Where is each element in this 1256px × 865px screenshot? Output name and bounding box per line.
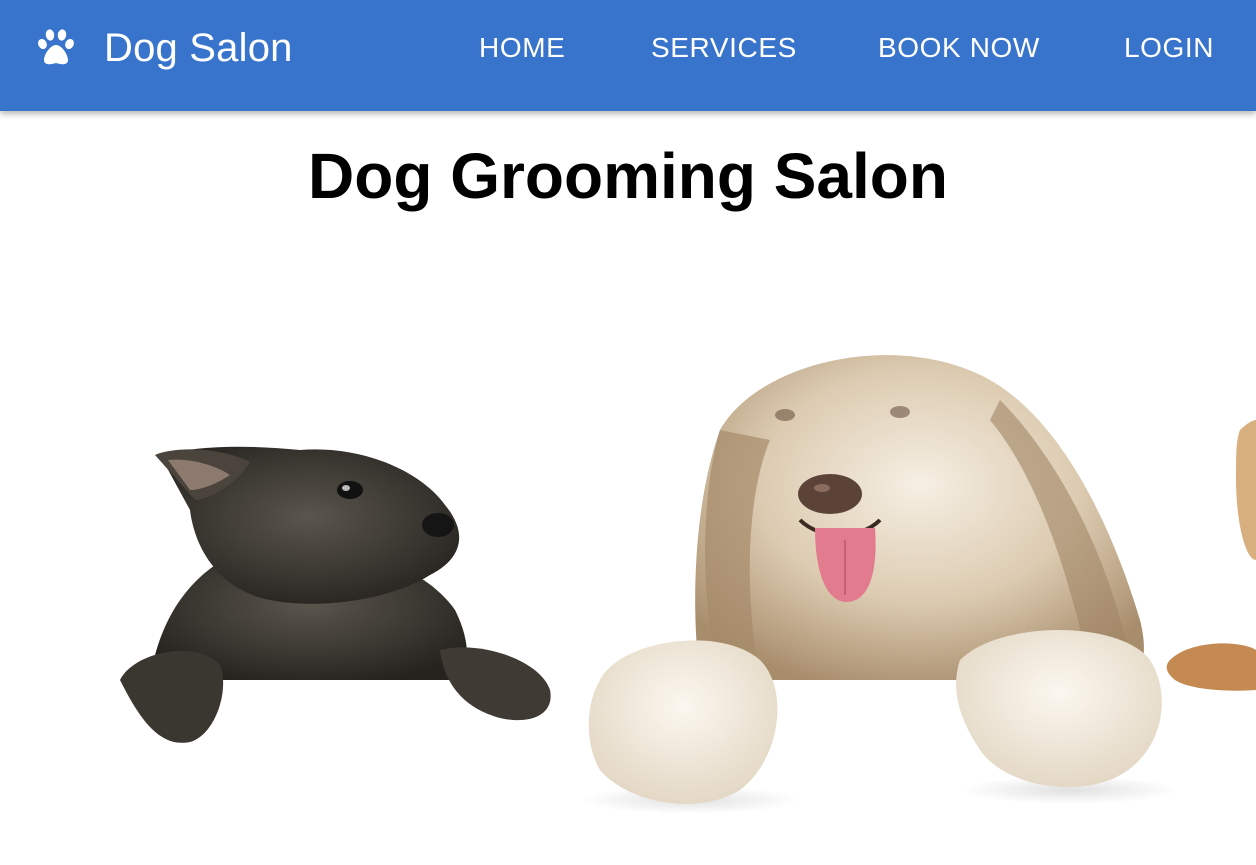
nav-login[interactable]: LOGIN [1124,0,1214,96]
app-bar: Dog Salon HOME SERVICES BOOK NOW LOGIN [0,0,1256,111]
brand-title: Dog Salon [104,26,293,70]
brand-link[interactable]: Dog Salon [36,0,293,96]
partial-tan-dog [1166,420,1256,691]
page-title: Dog Grooming Salon [308,140,948,212]
shaggy-white-dog [580,355,1180,814]
nav-home[interactable]: HOME [479,0,565,96]
small-dark-dog [120,446,551,743]
hero-image [0,230,1256,860]
nav-services[interactable]: SERVICES [651,0,797,96]
dogs-illustration [120,355,1256,814]
paw-icon [38,29,74,65]
nav-book-now[interactable]: BOOK NOW [878,0,1040,96]
